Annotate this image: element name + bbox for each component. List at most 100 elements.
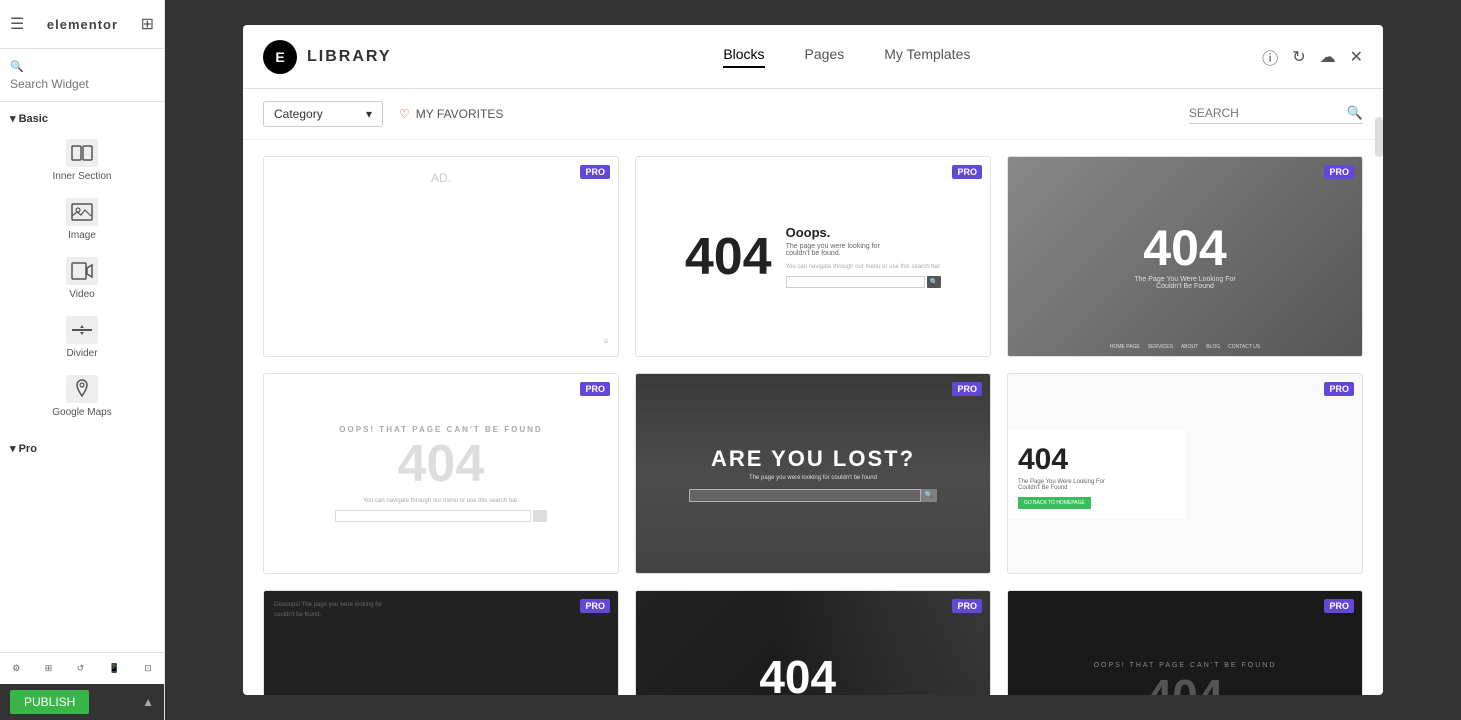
template-5-lost-text: ARE YOU LOST?: [711, 446, 915, 472]
category-select-label: Category: [274, 107, 323, 121]
search-icon: 🔍: [1347, 105, 1363, 121]
pro-badge-4: PRO: [580, 382, 610, 396]
sidebar-header: ☰ elementor ⊞: [0, 0, 164, 49]
inner-section-icon: [66, 139, 98, 167]
template-card-9[interactable]: PRO OOPS! THAT PAGE CAN'T BE FOUND 404: [1007, 590, 1363, 695]
template-card-1[interactable]: PRO AD. ≡: [263, 156, 619, 357]
navigator-icon: ⊞: [45, 663, 53, 674]
modal-scrollbar[interactable]: [1375, 25, 1383, 695]
ad-label: AD.: [431, 171, 451, 185]
sidebar-item-image[interactable]: Image: [0, 190, 164, 249]
sidebar-footer: ⚙ ⊞ ↺ 📱 ⊡: [0, 652, 164, 684]
template-card-3[interactable]: PRO 404 The Page You Were Looking ForCou…: [1007, 156, 1363, 357]
close-icon[interactable]: ✕: [1350, 47, 1363, 67]
video-label: Video: [69, 289, 94, 300]
video-icon: [66, 257, 98, 285]
tab-blocks[interactable]: Blocks: [723, 46, 764, 68]
template-4-oops: OOPS! THAT PAGE CAN'T BE FOUND: [339, 425, 542, 434]
heart-icon: ♡: [399, 107, 410, 121]
sidebar-item-google-maps[interactable]: Google Maps: [0, 367, 164, 426]
elementor-logo-badge: E: [263, 40, 297, 74]
library-label: LIBRARY: [307, 48, 392, 66]
image-label: Image: [68, 230, 96, 241]
expand-icon[interactable]: ▲: [142, 695, 154, 709]
pro-badge-1: PRO: [580, 165, 610, 179]
template-card-4[interactable]: PRO OOPS! THAT PAGE CAN'T BE FOUND 404 Y…: [263, 373, 619, 574]
refresh-icon[interactable]: ↻: [1292, 47, 1305, 67]
pro-badge-3: PRO: [1324, 165, 1354, 179]
modal-header: E LIBRARY Blocks Pages My Templates ⓘ ↻ …: [243, 25, 1383, 89]
pro-badge-8: PRO: [952, 599, 982, 613]
info-icon[interactable]: ⓘ: [1262, 45, 1278, 69]
google-maps-label: Google Maps: [52, 407, 111, 418]
chevron-down-icon: ▾: [366, 107, 372, 121]
pro-badge-7: PRO: [580, 599, 610, 613]
templates-btn[interactable]: ⊡: [144, 663, 152, 674]
sidebar: ☰ elementor ⊞ 🔍 ▾ Basic Inner Section Im…: [0, 0, 165, 720]
tab-my-templates[interactable]: My Templates: [884, 46, 970, 68]
favorites-label: MY FAVORITES: [416, 107, 504, 121]
sidebar-item-inner-section[interactable]: Inner Section: [0, 131, 164, 190]
sidebar-search-container: 🔍: [0, 49, 164, 102]
pro-badge-5: PRO: [952, 382, 982, 396]
pro-badge-2: PRO: [952, 165, 982, 179]
template-2-text: Ooops. The page you were looking for cou…: [786, 225, 942, 287]
tab-pages[interactable]: Pages: [805, 46, 845, 68]
pro-badge-9: PRO: [1324, 599, 1354, 613]
modal-logo: E LIBRARY: [263, 40, 392, 74]
basic-section-title: ▾ Basic: [0, 102, 164, 131]
template-9-sub: OOPS! THAT PAGE CAN'T BE FOUND: [1094, 662, 1277, 669]
divider-label: Divider: [66, 348, 97, 359]
template-card-2[interactable]: PRO 404 Ooops. The page you were looking…: [635, 156, 991, 357]
save-cloud-icon[interactable]: ☁: [1320, 47, 1336, 67]
favorites-button[interactable]: ♡ MY FAVORITES: [399, 107, 503, 121]
templates-icon: ⊡: [144, 663, 152, 674]
template-3-sub: The Page You Were Looking ForCouldn't Be…: [1134, 276, 1235, 290]
search-widget-input[interactable]: [10, 77, 154, 91]
template-card-8[interactable]: PRO 404 OOPS! PAGE NOT FOUND GO BACK TO …: [635, 590, 991, 695]
library-modal: E LIBRARY Blocks Pages My Templates ⓘ ↻ …: [243, 25, 1383, 695]
settings-btn[interactable]: ⚙: [12, 663, 20, 674]
elementor-logo-text: elementor: [47, 17, 118, 32]
pro-badge-6: PRO: [1324, 382, 1354, 396]
modal-tabs: Blocks Pages My Templates: [432, 46, 1263, 68]
template-card-7[interactable]: PRO Ooooops! The page you were looking f…: [263, 590, 619, 695]
divider-icon: [66, 316, 98, 344]
modal-body: Category ▾ ♡ MY FAVORITES 🔍: [243, 89, 1383, 695]
publish-bar: PUBLISH ▲: [0, 684, 164, 720]
template-3-big-404: 404: [1143, 223, 1226, 273]
sidebar-item-divider[interactable]: Divider: [0, 308, 164, 367]
template-6-btn[interactable]: GO BACK TO HOMEPAGE: [1018, 497, 1091, 509]
template-card-5[interactable]: PRO ARE YOU LOST? The page you were look…: [635, 373, 991, 574]
modal-toolbar: Category ▾ ♡ MY FAVORITES 🔍: [243, 89, 1383, 140]
template-grid: PRO AD. ≡ PRO 404 Ooops.: [263, 156, 1363, 695]
editor-canvas: E LIBRARY Blocks Pages My Templates ⓘ ↻ …: [165, 0, 1461, 720]
navigator-btn[interactable]: ⊞: [45, 663, 53, 674]
responsive-icon: 📱: [109, 663, 120, 674]
responsive-btn[interactable]: 📱: [109, 663, 120, 674]
modal-header-actions: ⓘ ↻ ☁ ✕: [1262, 45, 1363, 69]
template-9-big-404: 404: [1147, 673, 1224, 695]
image-icon: [66, 198, 98, 226]
hamburger-icon[interactable]: ☰: [10, 14, 24, 34]
modal-overlay: E LIBRARY Blocks Pages My Templates ⓘ ↻ …: [165, 0, 1461, 720]
history-btn[interactable]: ↺: [77, 663, 85, 674]
sidebar-item-video[interactable]: Video: [0, 249, 164, 308]
template-6-left: 404 The Page You Were Looking ForCouldn'…: [1008, 429, 1185, 519]
maps-icon: [66, 375, 98, 403]
search-box: 🔍: [1189, 105, 1363, 124]
settings-icon: ⚙: [12, 663, 20, 674]
grid-icon[interactable]: ⊞: [141, 14, 154, 34]
template-card-6[interactable]: PRO 404 The Page You Were Looking ForCou…: [1007, 373, 1363, 574]
search-input[interactable]: [1189, 106, 1339, 120]
template-8-big-404: 404: [759, 654, 836, 695]
template-5-sub: The page you were looking for couldn't b…: [749, 475, 877, 481]
history-icon: ↺: [77, 663, 85, 674]
category-select[interactable]: Category ▾: [263, 101, 383, 127]
template-4-big-404: 404: [398, 438, 485, 490]
inner-section-label: Inner Section: [53, 171, 112, 182]
template-grid-container: PRO AD. ≡ PRO 404 Ooops.: [243, 140, 1383, 695]
pro-section-title: ▾ Pro: [0, 432, 164, 461]
publish-button[interactable]: PUBLISH: [10, 690, 89, 714]
template-2-big-404: 404: [685, 231, 772, 283]
